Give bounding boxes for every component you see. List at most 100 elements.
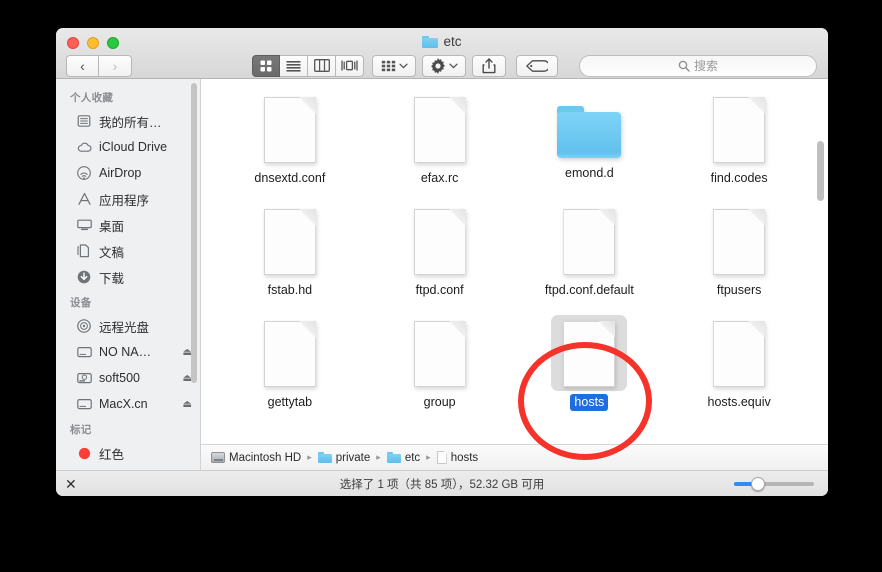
eject-icon[interactable]: ⏏: [183, 399, 192, 410]
folder-icon: [386, 452, 401, 463]
sidebar-item-soft500[interactable]: soft500 ⏏: [56, 365, 200, 391]
icon-size-slider[interactable]: [734, 476, 814, 491]
arrange-by-button[interactable]: [372, 54, 416, 77]
sidebar: 个人收藏 我的所有… iCloud Drive AirDrop 应用程序 桌面 …: [56, 79, 201, 470]
document-icon: [563, 321, 616, 387]
sidebar-item-documents[interactable]: 文稿: [56, 238, 200, 264]
sidebar-item-label: 应用程序: [99, 193, 150, 208]
file-name: efax.rc: [420, 171, 459, 185]
all-my-files-icon: [76, 113, 92, 129]
sidebar-item-label: 文稿: [99, 245, 125, 260]
breadcrumb-item-hosts[interactable]: hosts: [436, 451, 479, 464]
sidebar-item-desktop[interactable]: 桌面: [56, 212, 200, 238]
icon-view-button[interactable]: [252, 54, 280, 77]
document-icon: [413, 209, 466, 275]
content-scrollbar[interactable]: [817, 141, 824, 201]
share-button[interactable]: [472, 54, 506, 77]
list-icon: [286, 60, 301, 72]
coverflow-icon: [341, 60, 358, 71]
sidebar-item-downloads[interactable]: 下载: [56, 264, 200, 290]
file-name: group: [423, 395, 456, 409]
forward-button[interactable]: ›: [99, 54, 132, 77]
file-name: ftpd.conf: [415, 283, 464, 297]
file-item[interactable]: emond.d: [515, 89, 665, 201]
back-button[interactable]: ‹: [66, 54, 99, 77]
coverflow-view-button[interactable]: [336, 54, 364, 77]
sidebar-section-favorites-header: 个人收藏: [70, 92, 114, 104]
sidebar-item-red-tag[interactable]: 红色: [56, 440, 200, 466]
file-name: hosts: [570, 394, 609, 411]
sidebar-item-remote-disc[interactable]: 远程光盘: [56, 313, 200, 339]
file-item[interactable]: ftpd.conf.default: [515, 201, 665, 313]
tag-button[interactable]: [516, 54, 558, 77]
file-item[interactable]: group: [365, 313, 515, 425]
external-drive-icon: [76, 344, 92, 360]
folder-icon: [422, 35, 439, 48]
external-drive-icon: [76, 396, 92, 412]
file-item[interactable]: fstab.hd: [215, 201, 365, 313]
search-icon: [678, 60, 690, 72]
breadcrumb-label: Macintosh HD: [229, 451, 302, 464]
grid-icon: [260, 60, 272, 71]
document-icon: [263, 97, 316, 163]
sidebar-item-no-name-drive[interactable]: NO NA… ⏏: [56, 339, 200, 365]
file-name: emond.d: [565, 166, 614, 180]
remote-disc-icon: [76, 318, 92, 334]
chevron-down-icon: [398, 63, 408, 69]
sidebar-item-all-my-files[interactable]: 我的所有…: [56, 108, 200, 134]
slider-knob[interactable]: [751, 476, 765, 491]
file-name: ftpd.conf.default: [544, 283, 634, 297]
sidebar-item-applications[interactable]: 应用程序: [56, 186, 200, 212]
red-tag-icon: [76, 445, 92, 461]
search-input[interactable]: 搜索: [579, 54, 817, 77]
chevron-down-icon: [449, 63, 458, 69]
file-item[interactable]: ftpusers: [664, 201, 814, 313]
view-mode-buttons: [252, 54, 364, 77]
sidebar-item-label: NO NA…: [99, 345, 152, 359]
file-item[interactable]: hosts.equiv: [664, 313, 814, 425]
sidebar-item-airdrop[interactable]: AirDrop: [56, 160, 200, 186]
search-placeholder: 搜索: [693, 59, 718, 73]
window-body: 个人收藏 我的所有… iCloud Drive AirDrop 应用程序 桌面 …: [56, 79, 828, 470]
file-item[interactable]: ftpd.conf: [365, 201, 515, 313]
sidebar-section-tags-header: 标记: [70, 424, 92, 436]
document-icon: [563, 209, 616, 275]
sidebar-scrollbar[interactable]: [191, 83, 197, 383]
document-icon: [413, 97, 466, 163]
icon-view-area[interactable]: dnsextd.conf efax.rc emond.d find.codes: [201, 79, 828, 444]
breadcrumb-label: hosts: [450, 451, 479, 464]
file-item[interactable]: find.codes: [664, 89, 814, 201]
airdrop-icon: [76, 165, 92, 181]
chevron-left-icon: ‹: [80, 57, 85, 74]
arrange-icon: [381, 60, 395, 71]
file-name: find.codes: [710, 171, 768, 185]
sidebar-item-label: 桌面: [99, 219, 125, 234]
sidebar-item-label: 下载: [99, 271, 125, 286]
file-item[interactable]: gettytab: [215, 313, 365, 425]
breadcrumb-separator: ▸: [426, 452, 431, 462]
internal-drive-icon: [76, 370, 92, 386]
file-name: dnsextd.conf: [254, 171, 326, 185]
applications-icon: [76, 191, 92, 207]
navigation-buttons: ‹ ›: [66, 54, 132, 77]
column-view-button[interactable]: [308, 54, 336, 77]
file-name: ftpusers: [716, 283, 762, 297]
sidebar-item-macx-cn[interactable]: MacX.cn ⏏: [56, 391, 200, 417]
list-view-button[interactable]: [280, 54, 308, 77]
action-menu-button[interactable]: [422, 54, 466, 77]
breadcrumb-item-etc[interactable]: etc: [386, 452, 420, 464]
file-grid: dnsextd.conf efax.rc emond.d find.codes: [201, 79, 828, 425]
desktop-icon: [76, 217, 92, 233]
toolbar: ‹ › 搜索: [56, 52, 828, 79]
file-item[interactable]: efax.rc: [365, 89, 515, 201]
breadcrumb-item-macintosh-hd[interactable]: Macintosh HD: [211, 452, 301, 464]
sidebar-item-icloud-drive[interactable]: iCloud Drive: [56, 134, 200, 160]
file-item[interactable]: dnsextd.conf: [215, 89, 365, 201]
status-bar: ✕ 选择了 1 项（共 85 项），52.32 GB 可用: [56, 470, 828, 496]
sidebar-item-label: MacX.cn: [99, 397, 148, 411]
columns-icon: [313, 59, 330, 72]
file-name: fstab.hd: [267, 283, 313, 297]
breadcrumb-item-private[interactable]: private: [317, 452, 370, 464]
file-item-hosts[interactable]: hosts: [515, 313, 665, 425]
breadcrumb-separator: ▸: [376, 452, 381, 462]
